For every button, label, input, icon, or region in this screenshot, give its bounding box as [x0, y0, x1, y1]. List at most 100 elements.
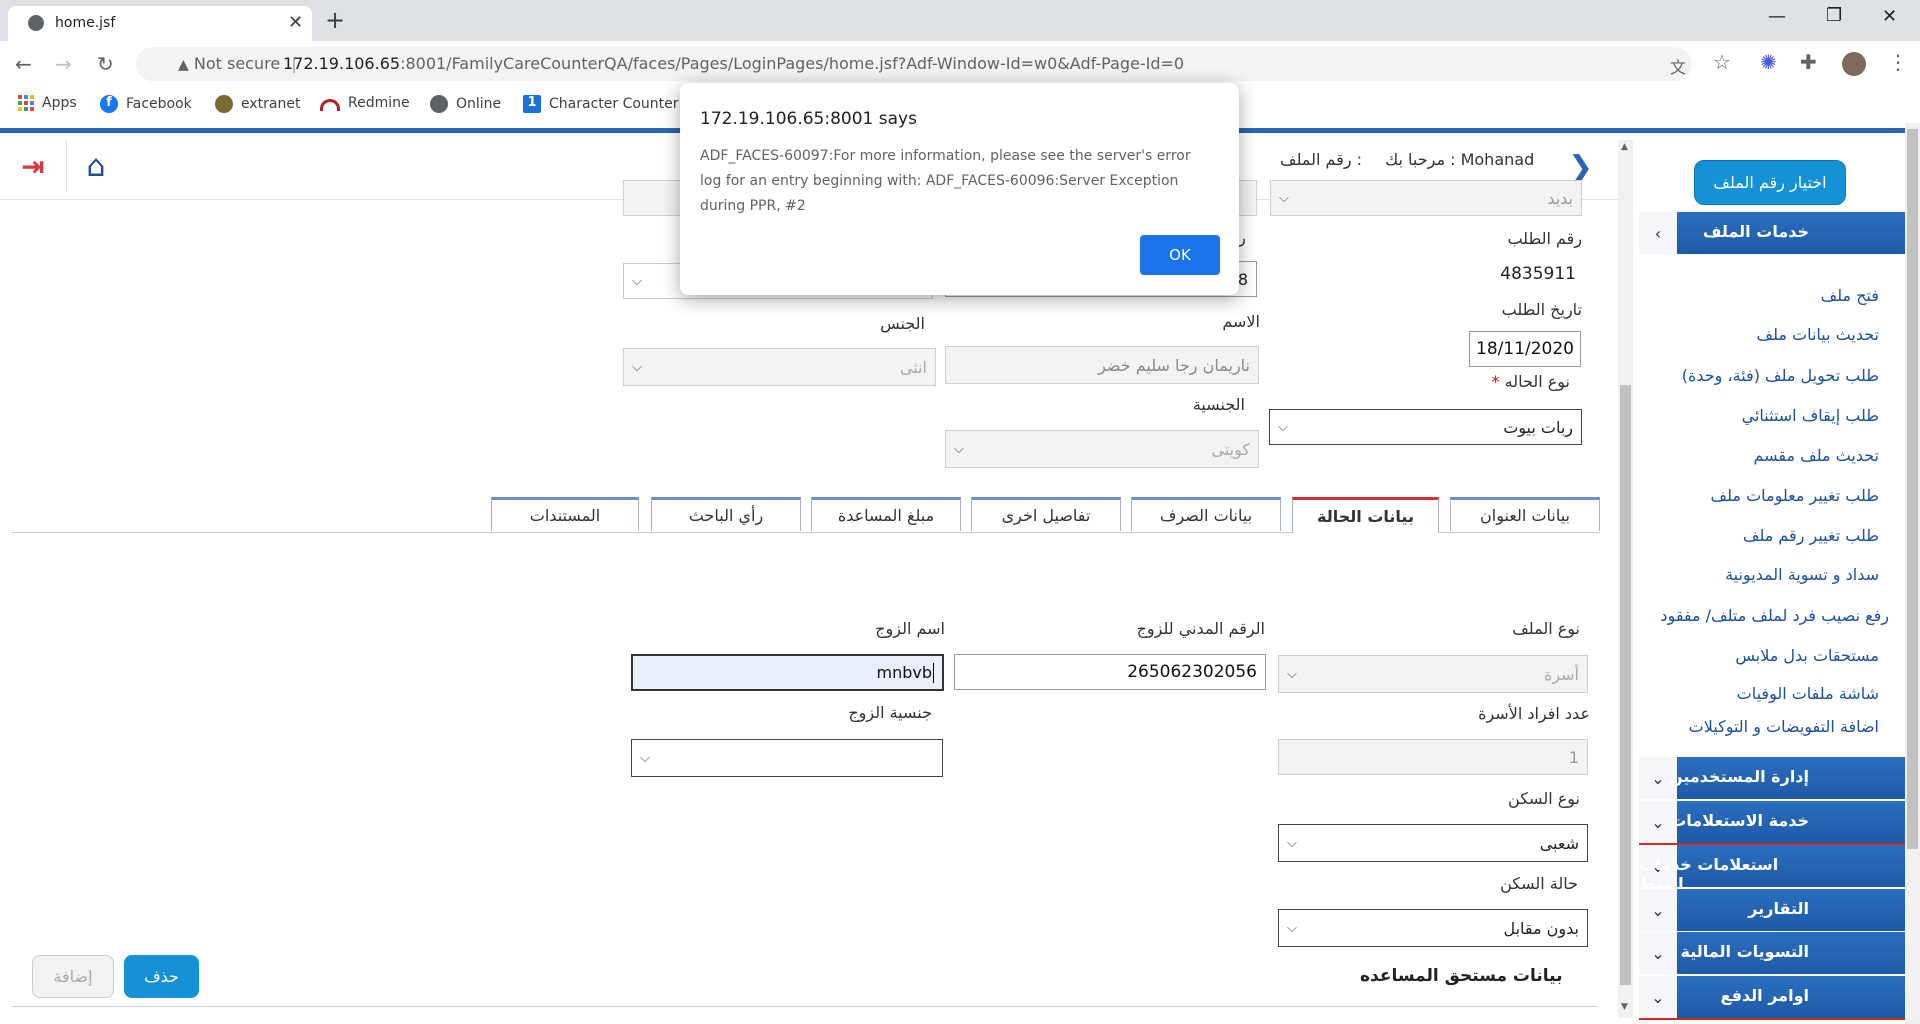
- sidebar-item-deaths-screen[interactable]: شاشة ملفات الوفيات: [1737, 684, 1879, 703]
- scroll-thumb[interactable]: [1620, 385, 1631, 985]
- bookmark-facebook[interactable]: f Facebook: [100, 95, 192, 113]
- globe-icon: [28, 15, 44, 31]
- husband-name-field[interactable]: mnbvb: [631, 654, 944, 691]
- sidebar-section-linkage-inquiries[interactable]: ⌄ استعلامات خدمات الربط: [1639, 845, 1905, 893]
- top-select[interactable]: بديد ⌵: [1270, 180, 1582, 216]
- sidebar-section-label: التقارير: [1748, 899, 1809, 918]
- bookmark-label: Facebook: [126, 96, 192, 112]
- back-icon[interactable]: ←: [15, 52, 32, 76]
- sidebar-item-change-file-info[interactable]: طلب تغيير معلومات ملف: [1711, 486, 1879, 505]
- family-count-label: عدد افراد الأسرة: [1478, 704, 1590, 723]
- tab-other-details[interactable]: تفاصيل اخرى: [971, 497, 1121, 531]
- choose-file-button[interactable]: اختيار رقم الملف: [1694, 160, 1846, 205]
- tab-case-data[interactable]: بيانات الحالة: [1292, 497, 1439, 533]
- logout-button[interactable]: ⇥: [0, 133, 66, 199]
- chevron-down-icon: ⌵: [1279, 190, 1289, 206]
- tab-address[interactable]: بيانات العنوان: [1450, 497, 1600, 531]
- chevron-down-icon: ⌄: [1639, 976, 1677, 1018]
- forward-icon[interactable]: →: [55, 52, 72, 76]
- family-count-field[interactable]: 1: [1278, 739, 1588, 775]
- request-date-field[interactable]: 18/11/2020: [1469, 331, 1581, 367]
- tab-disbursement[interactable]: بيانات الصرف: [1131, 497, 1281, 531]
- sidebar-item-change-file-number[interactable]: طلب تغيير رقم ملف: [1743, 526, 1879, 545]
- bookmark-label: Apps: [42, 95, 77, 111]
- dialog-ok-button[interactable]: OK: [1140, 235, 1220, 275]
- sidebar-section-inquiries[interactable]: ⌄ خدمة الاستعلامات: [1639, 801, 1905, 845]
- husband-nationality-select[interactable]: ⌵: [631, 739, 943, 777]
- reload-icon[interactable]: ↻: [97, 52, 114, 76]
- translate-icon[interactable]: 文: [1670, 54, 1686, 78]
- sidebar-item-open-file[interactable]: فتح ملف: [1821, 286, 1879, 305]
- bookmark-apps[interactable]: Apps: [18, 95, 77, 111]
- alert-dialog: 172.19.106.65:8001 says ADF_FACES-60097:…: [680, 83, 1239, 295]
- url-text[interactable]: 172.19.106.65:8001/FamilyCareCounterQA/f…: [283, 54, 1184, 73]
- sidebar-item-update-split-file[interactable]: تحديث ملف مقسم: [1753, 446, 1879, 465]
- gender-label: الجنس: [880, 314, 925, 333]
- sidebar-item-lost-file-share[interactable]: رفع نصيب فرد لملف متلف/ مفقود: [1660, 606, 1889, 625]
- housing-type-select[interactable]: شعبى ⌵: [1278, 824, 1588, 862]
- profile-avatar[interactable]: [1842, 52, 1866, 76]
- husband-civil-field[interactable]: 265062302056: [954, 654, 1266, 690]
- husband-name-value: mnbvb: [876, 663, 932, 682]
- sidebar-item-authorizations[interactable]: اضافة التفويضات و التوكيلات: [1689, 717, 1879, 736]
- chevron-down-icon: ⌵: [1287, 835, 1297, 851]
- chevron-down-icon: ⌄: [1639, 932, 1677, 974]
- tab-aid-amount[interactable]: مبلغ المساعدة: [811, 497, 961, 531]
- menu-icon[interactable]: ⋮: [1888, 50, 1908, 74]
- sidebar-item-transfer-file[interactable]: طلب تحويل ملف (فئة، وحدة): [1682, 366, 1879, 385]
- chevron-down-icon: ⌄: [1639, 889, 1677, 931]
- name-field[interactable]: ناريمان رجا سليم خضر: [945, 346, 1259, 384]
- housing-status-select[interactable]: بدون مقابل ⌵: [1278, 909, 1588, 947]
- sidebar-item-clothing-allowance[interactable]: مستحقات بدل ملابس: [1735, 646, 1879, 665]
- bookmark-redmine[interactable]: Redmine: [320, 95, 410, 111]
- tab-documents[interactable]: المستندات: [491, 497, 639, 531]
- extensions-puzzle-icon[interactable]: ✚: [1800, 50, 1817, 74]
- delete-button[interactable]: حذف: [124, 955, 199, 998]
- file-type-value: أسرة: [1543, 664, 1579, 684]
- extension-gear-icon[interactable]: ✺: [1760, 50, 1777, 74]
- extranet-icon: [215, 95, 233, 113]
- scroll-up-icon[interactable]: ▲: [1621, 142, 1628, 152]
- window-scroll-thumb[interactable]: [1907, 129, 1918, 849]
- sidebar-item-exceptional-stop[interactable]: طلب إيقاف استثنائي: [1742, 406, 1879, 425]
- husband-name-label: اسم الزوج: [875, 619, 945, 638]
- bookmark-extranet[interactable]: extranet: [215, 95, 300, 113]
- top-select-value: بديد: [1547, 188, 1573, 208]
- gender-select[interactable]: انثى ⌵: [623, 348, 936, 386]
- sidebar-section-financial-settlements[interactable]: ⌄ التسويات المالية: [1639, 932, 1905, 974]
- url-path: :8001/FamilyCareCounterQA/faces/Pages/Lo…: [400, 54, 1185, 73]
- sidebar-section-file-services[interactable]: ‹ خدمات الملف: [1639, 212, 1905, 254]
- add-button[interactable]: إضافة: [32, 955, 114, 998]
- nationality-select[interactable]: كويتى ⌵: [945, 430, 1259, 468]
- new-tab-icon[interactable]: +: [325, 6, 345, 34]
- file-type-select[interactable]: أسرة ⌵: [1278, 655, 1588, 693]
- bookmark-label: Character Counter: [549, 96, 679, 112]
- minimize-icon[interactable]: —: [1768, 6, 1786, 27]
- maximize-icon[interactable]: ❐: [1826, 5, 1842, 26]
- text-cursor: [933, 662, 934, 683]
- browser-tab[interactable]: home.jsf ✕: [8, 6, 312, 41]
- case-type-select[interactable]: ربات بيوت ⌵: [1269, 409, 1582, 445]
- gender-value: انثى: [899, 357, 927, 377]
- window-scrollbar[interactable]: [1905, 123, 1920, 1024]
- bookmark-character-counter[interactable]: 1 Character Counter: [523, 95, 679, 113]
- content-scrollbar[interactable]: ▲ ▼: [1618, 140, 1633, 1018]
- star-icon[interactable]: ☆: [1713, 50, 1731, 74]
- sidebar-section-payment-orders[interactable]: ⌄ اوامر الدفع: [1639, 976, 1905, 1020]
- housing-status-label: حالة السكن: [1500, 874, 1578, 893]
- close-tab-icon[interactable]: ✕: [288, 12, 303, 33]
- home-button[interactable]: ⌂: [63, 133, 129, 199]
- case-type-label: * نوع الحاله: [1470, 372, 1570, 391]
- sidebar-section-reports[interactable]: ⌄ التقارير: [1639, 889, 1905, 931]
- chevron-down-icon: ⌵: [954, 441, 964, 457]
- not-secure-indicator[interactable]: ▲ Not secure |: [178, 54, 297, 73]
- sidebar-item-update-file[interactable]: تحديث بيانات ملف: [1757, 325, 1880, 344]
- sidebar-section-user-management[interactable]: ⌄ إدارة المستخدمين: [1639, 757, 1905, 799]
- sidebar-item-debt-settlement[interactable]: سداد و تسوية المديونية: [1725, 565, 1879, 584]
- bookmark-online[interactable]: Online: [430, 95, 501, 113]
- scroll-down-icon[interactable]: ▼: [1621, 1002, 1628, 1012]
- close-window-icon[interactable]: ✕: [1882, 6, 1897, 27]
- required-marker: *: [1491, 372, 1505, 391]
- redmine-icon: [320, 99, 340, 111]
- tab-researcher-opinion[interactable]: رأي الباحث: [651, 497, 801, 531]
